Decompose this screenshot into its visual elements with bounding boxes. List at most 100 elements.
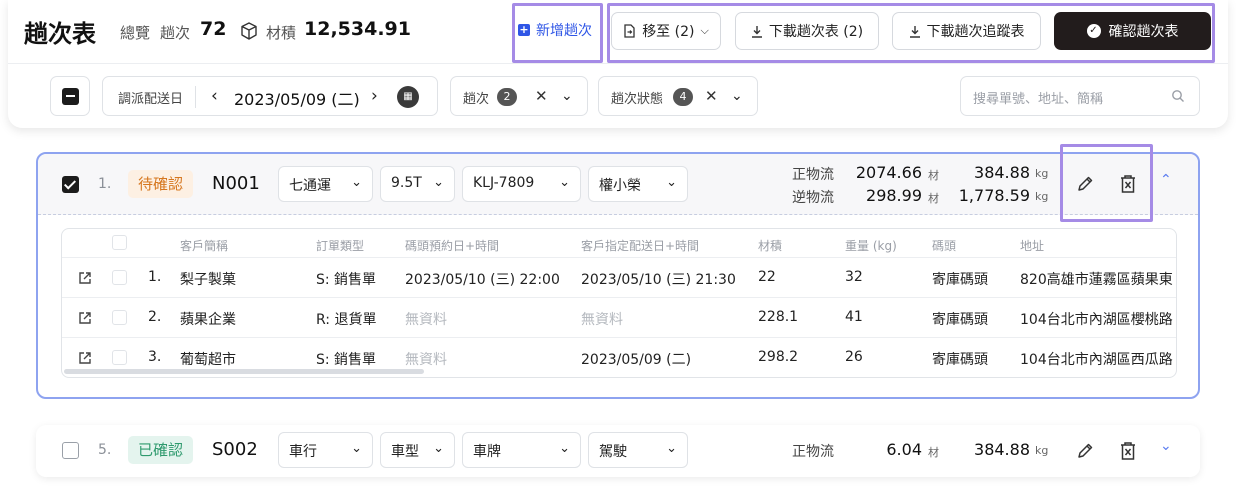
clear-status-filter-icon[interactable]: ✕ — [705, 87, 718, 105]
status-filter-label: 趟次狀態 — [611, 92, 664, 107]
divider — [195, 86, 196, 108]
trips-count: 72 — [200, 18, 227, 40]
driver-select[interactable]: 權小榮 ⌄ — [588, 166, 688, 202]
calendar-icon[interactable]: ▦ — [397, 86, 419, 108]
weight-unit: kg — [1035, 167, 1049, 180]
add-trip-button[interactable]: + 新增趟次 — [518, 20, 592, 40]
column-header: 地址 — [1020, 239, 1045, 253]
move-to-button[interactable]: 移至 (2) ⌵ — [611, 12, 721, 50]
trip-checkbox[interactable] — [62, 442, 79, 459]
external-link-icon[interactable] — [77, 350, 93, 366]
row-divider — [62, 297, 1176, 298]
weight: 26 — [845, 349, 863, 365]
carrier-select[interactable]: 七通運 ⌄ — [278, 166, 373, 202]
dock: 寄庫碼頭 — [932, 352, 988, 368]
weight: 32 — [845, 269, 863, 285]
address: 104台北市內湖區櫻桃路 — [1020, 312, 1173, 328]
confirm-trips-button[interactable]: ✓ 確認趟次表 — [1054, 12, 1211, 50]
pencil-icon[interactable] — [1074, 173, 1096, 195]
date-filter: 調派配送日 ‹ 2023/05/09 (二) › ▦ — [102, 76, 438, 116]
carrier-value: 七通運 — [289, 178, 331, 194]
weight: 41 — [845, 309, 863, 325]
truck-type-select[interactable]: 車型 ⌄ — [380, 432, 455, 468]
next-date-button[interactable]: › — [371, 86, 378, 106]
order-type: R: 退貨單 — [316, 312, 377, 328]
driver-value: 權小榮 — [599, 178, 641, 194]
add-trip-label: 新增趟次 — [536, 23, 592, 39]
column-header: 訂單類型 — [316, 239, 365, 253]
plus-icon: + — [518, 23, 530, 36]
chevron-up-icon[interactable]: ⌃ — [1160, 172, 1172, 188]
column-header: 重量 (kg) — [845, 239, 897, 253]
box-icon — [241, 22, 257, 40]
select-all-checkbox[interactable] — [50, 76, 90, 116]
download-trips-label: 下載趟次表 (2) — [768, 24, 864, 40]
download-tracking-label: 下載趟次追蹤表 — [926, 24, 1025, 40]
reverse-flow-label: 逆物流 — [792, 190, 834, 206]
row-divider — [62, 337, 1176, 338]
status-filter[interactable]: 趟次狀態 4 ✕ ⌄ — [598, 76, 758, 116]
truck-type-value: 9.5T — [391, 175, 422, 191]
dispatch-date-label: 調派配送日 — [118, 92, 184, 107]
date-value: 2023/05/09 (二) — [234, 90, 360, 109]
volume-value: 12,534.91 — [304, 18, 411, 40]
plate-select[interactable]: KLJ-7809 ⌄ — [462, 166, 581, 202]
row-checkbox[interactable] — [112, 270, 127, 285]
status-count-badge: 4 — [673, 88, 693, 106]
prev-date-button[interactable]: ‹ — [211, 86, 218, 106]
dock-time: 2023/05/10 (三) 22:00 — [405, 272, 560, 288]
column-header: 材積 — [758, 239, 783, 253]
forward-flow-label: 正物流 — [792, 444, 834, 460]
page-title: 趟次表 — [24, 20, 96, 48]
row-checkbox[interactable] — [112, 310, 127, 325]
download-trips-button[interactable]: 下載趟次表 (2) — [735, 12, 879, 50]
dock-time: 無資料 — [405, 312, 447, 328]
order-table: 客戶簡稱 訂單類型 碼頭預約日+時間 客戶指定配送日+時間 材積 重量 (kg)… — [61, 228, 1177, 378]
trip-card: 5. 已確認 S002 車行 ⌄ 車型 ⌄ 車牌 ⌄ 駕駛 ⌄ 正物流 6.04… — [36, 425, 1200, 477]
column-header: 客戶簡稱 — [180, 239, 229, 253]
address: 104台北市內湖區西瓜路 — [1020, 352, 1173, 368]
forward-volume: 2074.66 — [855, 163, 922, 182]
deliver-time: 無資料 — [581, 312, 623, 328]
trips-label: 趟次 — [160, 24, 191, 42]
volume: 228.1 — [758, 309, 799, 325]
horizontal-scrollbar[interactable] — [64, 369, 424, 374]
table-select-all[interactable] — [112, 235, 127, 250]
chevron-down-icon: ⌄ — [666, 441, 677, 456]
row-number: 1. — [148, 269, 162, 285]
page-header: 趟次表 總覽 趟次 72 材積 12,534.91 + 新增趟次 移至 (2) … — [8, 0, 1228, 64]
driver-select[interactable]: 駕駛 ⌄ — [588, 432, 688, 468]
column-header: 碼頭預約日+時間 — [405, 239, 500, 253]
forward-volume: 6.04 — [886, 440, 922, 459]
delete-x-icon[interactable] — [1117, 173, 1139, 195]
plate-select[interactable]: 車牌 ⌄ — [462, 432, 581, 468]
truck-type-select[interactable]: 9.5T ⌄ — [380, 166, 455, 202]
row-number: 3. — [148, 349, 162, 365]
chevron-down-icon: ⌄ — [351, 441, 362, 456]
volume: 298.2 — [758, 349, 799, 365]
carrier-select[interactable]: 車行 ⌄ — [278, 432, 373, 468]
clear-trip-filter-icon[interactable]: ✕ — [535, 87, 548, 105]
driver-value: 駕駛 — [599, 444, 627, 460]
trip-checkbox[interactable] — [62, 176, 79, 193]
row-divider — [62, 257, 1176, 258]
search-input[interactable]: 搜尋單號、地址、簡稱 — [960, 76, 1200, 116]
trip-filter-label: 趟次 — [463, 92, 490, 107]
dock-time: 無資料 — [405, 352, 447, 368]
volume-unit: 材 — [928, 192, 939, 205]
pencil-icon[interactable] — [1074, 440, 1096, 462]
carrier-value: 車行 — [289, 444, 317, 460]
row-checkbox[interactable] — [112, 350, 127, 365]
chevron-down-icon[interactable]: ⌄ — [1160, 438, 1172, 454]
chevron-down-icon: ⌄ — [559, 441, 570, 456]
confirm-trips-label: 確認趟次表 — [1108, 24, 1179, 40]
volume-unit: 材 — [928, 446, 939, 459]
external-link-icon[interactable] — [77, 310, 93, 326]
row-number: 2. — [148, 309, 162, 325]
delete-x-icon[interactable] — [1117, 440, 1139, 462]
external-link-icon[interactable] — [77, 270, 93, 286]
download-tracking-button[interactable]: 下載趟次追蹤表 — [892, 12, 1041, 50]
trip-filter[interactable]: 趟次 2 ✕ ⌄ — [450, 76, 588, 116]
column-header: 碼頭 — [932, 239, 957, 253]
weight-unit: kg — [1035, 190, 1049, 203]
